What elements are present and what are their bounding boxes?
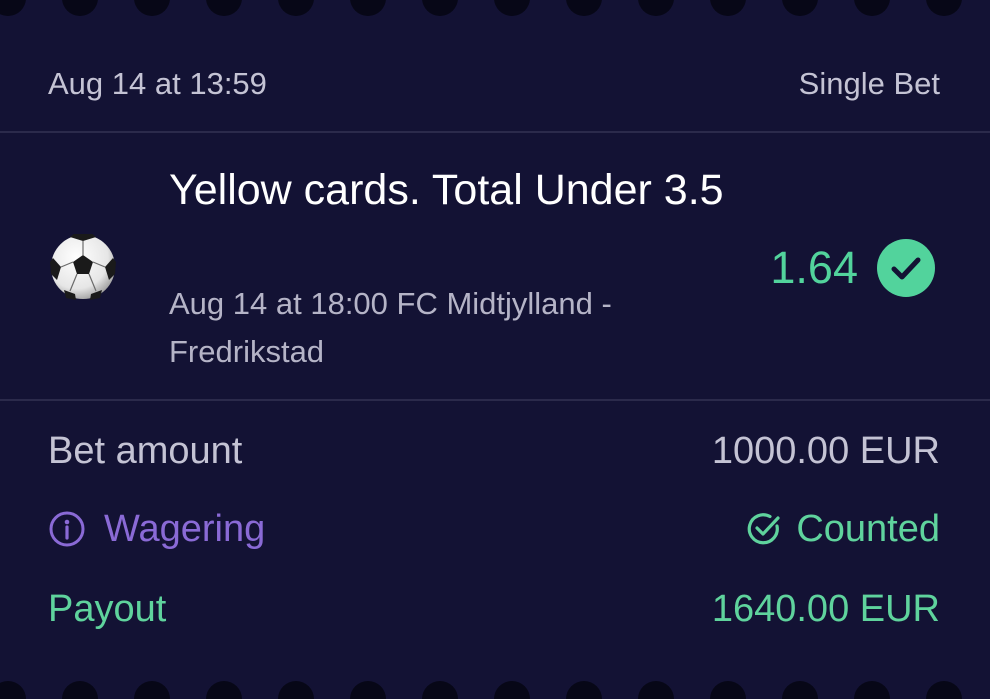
soccer-ball-icon [50, 232, 116, 300]
wagering-info[interactable]: Wagering [48, 508, 265, 551]
odds-value: 1.64 [770, 242, 858, 293]
ticket-notch [62, 681, 98, 699]
wagering-value: Counted [796, 507, 940, 550]
payout-value: 1640.00 EUR [711, 587, 940, 630]
payout-row: Payout 1640.00 EUR [48, 585, 940, 633]
ticket-notch [206, 0, 242, 16]
ticket-notch [134, 681, 170, 699]
ticket-notch [350, 0, 386, 16]
ticket-notch [494, 681, 530, 699]
event-details: Aug 14 at 18:00 FC Midtjylland - Fredrik… [169, 286, 612, 369]
ticket-notch [926, 0, 962, 16]
ticket-notch [0, 0, 26, 16]
ticket-bottom-edge [0, 679, 990, 699]
wagering-label: Wagering [104, 507, 266, 550]
ticket-notch [206, 681, 242, 699]
ticket-notch [278, 0, 314, 16]
divider [0, 131, 990, 133]
check-circle-icon [877, 239, 935, 297]
ticket-notch [0, 681, 26, 699]
bet-amount-label: Bet amount [48, 429, 243, 472]
ticket-notch [710, 0, 746, 16]
ticket-notch [782, 0, 818, 16]
ticket-notch [782, 681, 818, 699]
ticket-notch [134, 0, 170, 16]
wagering-status: Counted [746, 508, 940, 551]
ticket-notch [566, 0, 602, 16]
divider [0, 399, 990, 401]
ticket-notch [494, 0, 530, 16]
ticket-top-edge [0, 0, 990, 18]
ticket-notch [710, 681, 746, 699]
ticket-notch [62, 0, 98, 16]
info-icon[interactable] [48, 510, 86, 548]
ticket-notch [638, 0, 674, 16]
payout-label: Payout [48, 587, 167, 630]
bet-type: Single Bet [798, 66, 940, 101]
ticket-notch [854, 0, 890, 16]
ticket-notch [926, 681, 962, 699]
check-circle-outline-icon [746, 511, 782, 547]
bet-amount-row: Bet amount 1000.00 EUR [48, 427, 940, 475]
bet-amount-value: 1000.00 EUR [711, 429, 940, 472]
ticket-notch [350, 681, 386, 699]
ticket-notch [854, 681, 890, 699]
wagering-row: Wagering Counted [48, 505, 940, 553]
bet-header: Aug 14 at 13:59 Single Bet [48, 62, 940, 106]
ticket-notch [278, 681, 314, 699]
bet-timestamp: Aug 14 at 13:59 [48, 66, 267, 101]
market-title: Yellow cards. Total Under 3.5 [169, 166, 724, 214]
ticket-notch [566, 681, 602, 699]
ticket-notch [422, 681, 458, 699]
ticket-notch [638, 681, 674, 699]
ticket-notch [422, 0, 458, 16]
